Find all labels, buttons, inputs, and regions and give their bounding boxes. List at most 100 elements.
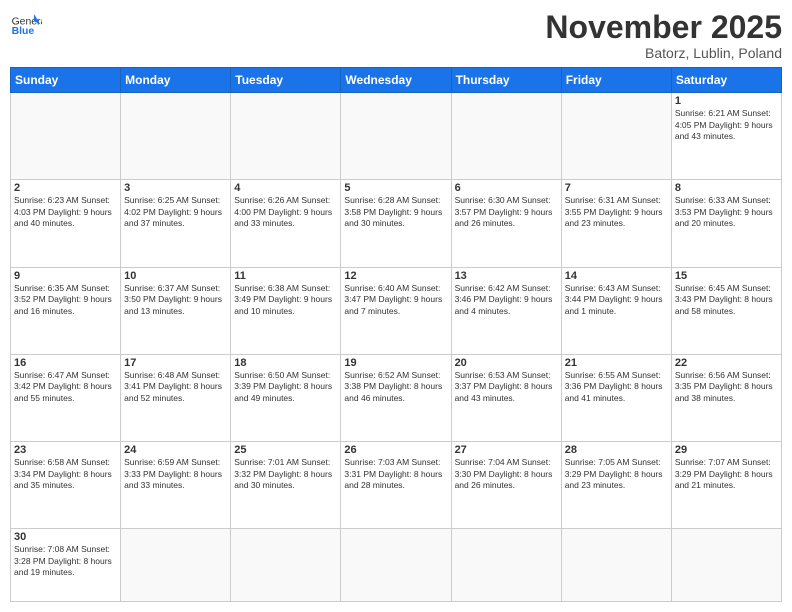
logo-icon: General Blue: [10, 10, 42, 42]
day-number: 29: [675, 444, 778, 456]
day-info: Sunrise: 6:50 AM Sunset: 3:39 PM Dayligh…: [234, 370, 337, 404]
header-sunday: Sunday: [11, 68, 121, 93]
table-row: [231, 93, 341, 180]
day-info: Sunrise: 6:33 AM Sunset: 3:53 PM Dayligh…: [675, 195, 778, 229]
table-row: [451, 93, 561, 180]
day-number: 26: [344, 444, 447, 456]
day-info: Sunrise: 6:45 AM Sunset: 3:43 PM Dayligh…: [675, 283, 778, 317]
table-row: 30Sunrise: 7:08 AM Sunset: 3:28 PM Dayli…: [11, 529, 121, 602]
day-number: 18: [234, 357, 337, 369]
day-info: Sunrise: 6:26 AM Sunset: 4:00 PM Dayligh…: [234, 195, 337, 229]
day-number: 12: [344, 270, 447, 282]
day-number: 1: [675, 95, 778, 107]
page-header: General Blue November 2025 Batorz, Lubli…: [10, 10, 782, 61]
table-row: 16Sunrise: 6:47 AM Sunset: 3:42 PM Dayli…: [11, 354, 121, 441]
day-info: Sunrise: 6:37 AM Sunset: 3:50 PM Dayligh…: [124, 283, 227, 317]
location: Batorz, Lublin, Poland: [545, 45, 782, 61]
day-number: 2: [14, 182, 117, 194]
table-row: 4Sunrise: 6:26 AM Sunset: 4:00 PM Daylig…: [231, 180, 341, 267]
day-info: Sunrise: 6:35 AM Sunset: 3:52 PM Dayligh…: [14, 283, 117, 317]
table-row: 26Sunrise: 7:03 AM Sunset: 3:31 PM Dayli…: [341, 442, 451, 529]
day-number: 15: [675, 270, 778, 282]
table-row: [671, 529, 781, 602]
day-number: 23: [14, 444, 117, 456]
day-info: Sunrise: 7:03 AM Sunset: 3:31 PM Dayligh…: [344, 457, 447, 491]
header-friday: Friday: [561, 68, 671, 93]
table-row: 13Sunrise: 6:42 AM Sunset: 3:46 PM Dayli…: [451, 267, 561, 354]
day-info: Sunrise: 6:21 AM Sunset: 4:05 PM Dayligh…: [675, 108, 778, 142]
table-row: [561, 93, 671, 180]
table-row: [231, 529, 341, 602]
table-row: 25Sunrise: 7:01 AM Sunset: 3:32 PM Dayli…: [231, 442, 341, 529]
table-row: 7Sunrise: 6:31 AM Sunset: 3:55 PM Daylig…: [561, 180, 671, 267]
table-row: [561, 529, 671, 602]
calendar-row-1: 1Sunrise: 6:21 AM Sunset: 4:05 PM Daylig…: [11, 93, 782, 180]
table-row: 20Sunrise: 6:53 AM Sunset: 3:37 PM Dayli…: [451, 354, 561, 441]
day-number: 25: [234, 444, 337, 456]
day-info: Sunrise: 6:53 AM Sunset: 3:37 PM Dayligh…: [455, 370, 558, 404]
day-info: Sunrise: 6:38 AM Sunset: 3:49 PM Dayligh…: [234, 283, 337, 317]
header-wednesday: Wednesday: [341, 68, 451, 93]
table-row: 21Sunrise: 6:55 AM Sunset: 3:36 PM Dayli…: [561, 354, 671, 441]
table-row: 14Sunrise: 6:43 AM Sunset: 3:44 PM Dayli…: [561, 267, 671, 354]
header-tuesday: Tuesday: [231, 68, 341, 93]
month-title: November 2025: [545, 10, 782, 45]
day-info: Sunrise: 6:52 AM Sunset: 3:38 PM Dayligh…: [344, 370, 447, 404]
day-info: Sunrise: 7:07 AM Sunset: 3:29 PM Dayligh…: [675, 457, 778, 491]
calendar-row-4: 16Sunrise: 6:47 AM Sunset: 3:42 PM Dayli…: [11, 354, 782, 441]
day-info: Sunrise: 7:01 AM Sunset: 3:32 PM Dayligh…: [234, 457, 337, 491]
day-number: 30: [14, 531, 117, 543]
day-number: 9: [14, 270, 117, 282]
day-number: 17: [124, 357, 227, 369]
day-number: 16: [14, 357, 117, 369]
day-number: 11: [234, 270, 337, 282]
calendar-row-3: 9Sunrise: 6:35 AM Sunset: 3:52 PM Daylig…: [11, 267, 782, 354]
table-row: 23Sunrise: 6:58 AM Sunset: 3:34 PM Dayli…: [11, 442, 121, 529]
table-row: 19Sunrise: 6:52 AM Sunset: 3:38 PM Dayli…: [341, 354, 451, 441]
table-row: [121, 529, 231, 602]
table-row: 27Sunrise: 7:04 AM Sunset: 3:30 PM Dayli…: [451, 442, 561, 529]
day-info: Sunrise: 7:08 AM Sunset: 3:28 PM Dayligh…: [14, 544, 117, 578]
table-row: 8Sunrise: 6:33 AM Sunset: 3:53 PM Daylig…: [671, 180, 781, 267]
day-info: Sunrise: 6:31 AM Sunset: 3:55 PM Dayligh…: [565, 195, 668, 229]
day-info: Sunrise: 6:59 AM Sunset: 3:33 PM Dayligh…: [124, 457, 227, 491]
day-info: Sunrise: 6:42 AM Sunset: 3:46 PM Dayligh…: [455, 283, 558, 317]
day-info: Sunrise: 6:58 AM Sunset: 3:34 PM Dayligh…: [14, 457, 117, 491]
table-row: 3Sunrise: 6:25 AM Sunset: 4:02 PM Daylig…: [121, 180, 231, 267]
table-row: 28Sunrise: 7:05 AM Sunset: 3:29 PM Dayli…: [561, 442, 671, 529]
header-saturday: Saturday: [671, 68, 781, 93]
day-number: 27: [455, 444, 558, 456]
table-row: [11, 93, 121, 180]
table-row: 5Sunrise: 6:28 AM Sunset: 3:58 PM Daylig…: [341, 180, 451, 267]
day-number: 4: [234, 182, 337, 194]
day-number: 20: [455, 357, 558, 369]
day-info: Sunrise: 6:56 AM Sunset: 3:35 PM Dayligh…: [675, 370, 778, 404]
day-number: 13: [455, 270, 558, 282]
day-info: Sunrise: 6:25 AM Sunset: 4:02 PM Dayligh…: [124, 195, 227, 229]
logo: General Blue: [10, 10, 42, 42]
day-info: Sunrise: 6:55 AM Sunset: 3:36 PM Dayligh…: [565, 370, 668, 404]
table-row: [341, 529, 451, 602]
table-row: 29Sunrise: 7:07 AM Sunset: 3:29 PM Dayli…: [671, 442, 781, 529]
day-info: Sunrise: 6:48 AM Sunset: 3:41 PM Dayligh…: [124, 370, 227, 404]
day-info: Sunrise: 6:23 AM Sunset: 4:03 PM Dayligh…: [14, 195, 117, 229]
calendar-row-5: 23Sunrise: 6:58 AM Sunset: 3:34 PM Dayli…: [11, 442, 782, 529]
table-row: [121, 93, 231, 180]
day-info: Sunrise: 7:04 AM Sunset: 3:30 PM Dayligh…: [455, 457, 558, 491]
day-number: 14: [565, 270, 668, 282]
calendar-row-2: 2Sunrise: 6:23 AM Sunset: 4:03 PM Daylig…: [11, 180, 782, 267]
day-info: Sunrise: 6:43 AM Sunset: 3:44 PM Dayligh…: [565, 283, 668, 317]
table-row: 15Sunrise: 6:45 AM Sunset: 3:43 PM Dayli…: [671, 267, 781, 354]
day-number: 28: [565, 444, 668, 456]
table-row: 12Sunrise: 6:40 AM Sunset: 3:47 PM Dayli…: [341, 267, 451, 354]
day-number: 19: [344, 357, 447, 369]
title-block: November 2025 Batorz, Lublin, Poland: [545, 10, 782, 61]
table-row: 11Sunrise: 6:38 AM Sunset: 3:49 PM Dayli…: [231, 267, 341, 354]
day-number: 6: [455, 182, 558, 194]
weekday-header-row: Sunday Monday Tuesday Wednesday Thursday…: [11, 68, 782, 93]
day-number: 10: [124, 270, 227, 282]
day-number: 24: [124, 444, 227, 456]
table-row: [451, 529, 561, 602]
table-row: 24Sunrise: 6:59 AM Sunset: 3:33 PM Dayli…: [121, 442, 231, 529]
day-number: 22: [675, 357, 778, 369]
